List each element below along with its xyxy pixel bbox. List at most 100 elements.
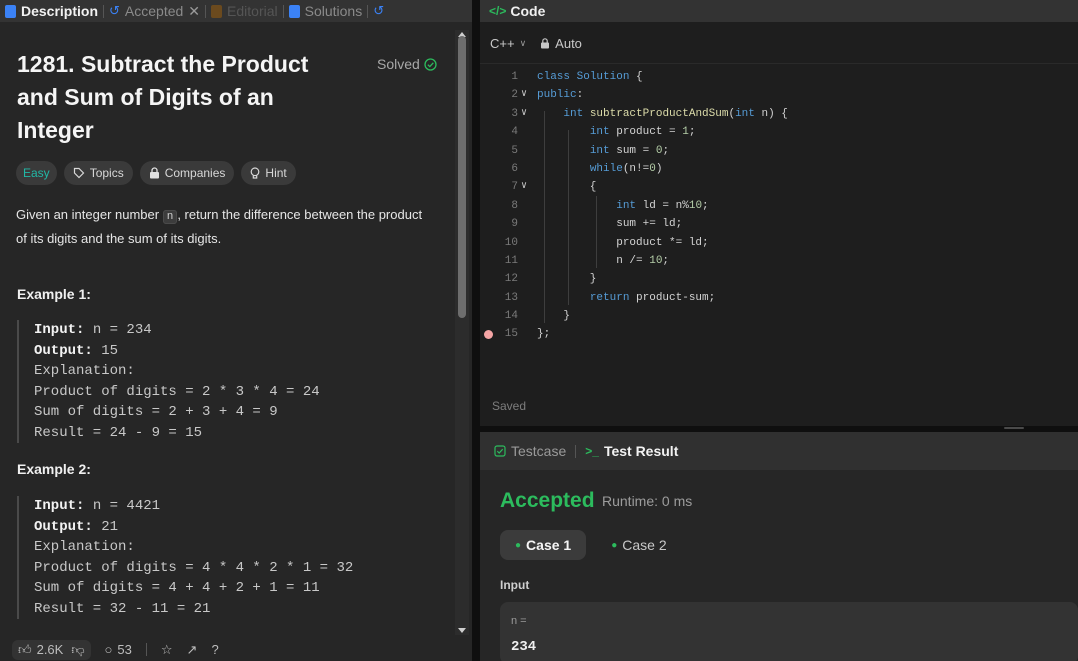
history-icon: ↺ xyxy=(109,3,120,18)
tab-solutions[interactable]: Solutions xyxy=(284,3,368,19)
breakpoint-icon[interactable] xyxy=(484,330,493,339)
tag-icon xyxy=(73,167,85,179)
comments-button[interactable]: ○ 53 xyxy=(105,642,132,657)
test-result-panel: Testcase >_ Test Result Accepted Runtime… xyxy=(480,432,1078,661)
companies-tag[interactable]: Companies xyxy=(139,161,235,185)
resize-handle[interactable] xyxy=(1004,427,1024,429)
code-line: 2 ∨ public: xyxy=(480,86,1078,104)
example-1-heading: Example 1: xyxy=(17,286,91,302)
like-button[interactable]: 👍︎ 2.6K xyxy=(18,642,63,658)
lightbulb-icon xyxy=(251,166,260,179)
auto-mode-toggle[interactable]: Auto xyxy=(540,36,582,51)
inline-code: n xyxy=(162,210,178,224)
tab-editorial[interactable]: Editorial xyxy=(206,3,283,19)
code-text: return product-sum; xyxy=(589,291,716,304)
help-icon[interactable]: ? xyxy=(211,642,218,657)
code-text: while(n!=0) xyxy=(589,162,663,175)
code-line: 11 n /= 10; xyxy=(480,252,1078,270)
code-line: 8 int ld = n%10; xyxy=(480,197,1078,215)
problem-description: Given an integer number n, return the di… xyxy=(16,207,423,246)
footer-divider xyxy=(145,643,147,656)
code-text: } xyxy=(537,273,597,286)
code-text: n /= 10; xyxy=(537,254,670,267)
left-tab-bar: Description ↺ Accepted ✕ Editorial Solut… xyxy=(0,0,472,22)
lock-icon xyxy=(149,167,159,179)
input-value: 234 xyxy=(511,639,537,655)
input-box: n = 234 xyxy=(500,602,1078,661)
example-1-block: Input: n = 234 Output: 15 Explanation: P… xyxy=(17,320,454,443)
thumbs-up-icon: 👍︎ xyxy=(18,641,32,657)
share-icon[interactable]: ↗ xyxy=(187,642,198,658)
code-line: 5 int sum = 0; xyxy=(480,142,1078,160)
editorial-icon xyxy=(211,4,223,18)
result-tab-bar: Testcase >_ Test Result xyxy=(480,432,1078,470)
description-scrollbar[interactable] xyxy=(455,30,469,635)
tab-test-result[interactable]: >_ Test Result xyxy=(585,443,678,459)
code-text: product *= ld; xyxy=(537,236,709,249)
code-icon: </> xyxy=(489,4,507,18)
code-text: { xyxy=(537,181,597,194)
hint-tag[interactable]: Hint xyxy=(241,161,296,185)
code-line: 6 while(n!=0) xyxy=(480,160,1078,178)
fold-icon[interactable]: ∨ xyxy=(521,105,527,123)
code-header: </> Code xyxy=(480,0,1078,22)
check-circle-icon xyxy=(424,57,437,71)
code-line: 15}; xyxy=(480,325,1078,343)
input-label: Input xyxy=(500,578,530,592)
code-text: class Solution { xyxy=(537,71,643,83)
fold-icon[interactable]: ∨ xyxy=(521,86,527,104)
code-line: 9 sum += ld; xyxy=(480,215,1078,233)
thumbs-down-icon[interactable]: 👎︎ xyxy=(71,642,84,658)
tab-testcase[interactable]: Testcase xyxy=(494,443,566,459)
fold-icon[interactable]: ∨ xyxy=(521,178,527,196)
code-text: int subtractProductAndSum(int n) { xyxy=(563,107,788,120)
solved-status: Solved xyxy=(377,56,437,72)
tab-submissions[interactable]: ↺ xyxy=(368,3,389,19)
code-toolbar: C++ ∨ Auto xyxy=(480,23,1078,64)
code-area[interactable]: 1 class Solution { 2 ∨ public: 3 ∨ int subtr… xyxy=(480,68,1078,344)
pass-dot-icon: ● xyxy=(611,539,618,551)
pass-dot-icon: ● xyxy=(515,539,522,551)
problem-content: 1281. Subtract the Product and Sum of Di… xyxy=(0,30,455,630)
code-text: }; xyxy=(537,328,551,341)
code-line: 4 int product = 1; xyxy=(480,123,1078,141)
scroll-down-icon[interactable] xyxy=(458,628,466,633)
solutions-icon xyxy=(288,4,300,18)
language-select[interactable]: C++ ∨ xyxy=(490,36,526,51)
code-line: 3 ∨ int subtractProductAndSum(int n) { xyxy=(480,105,1078,123)
code-line: 13 return product-sum; xyxy=(480,289,1078,307)
description-panel: Description ↺ Accepted ✕ Editorial Solut… xyxy=(0,0,472,661)
code-text: int product = 1; xyxy=(589,126,696,139)
submissions-icon: ↺ xyxy=(373,3,385,18)
scrollbar-thumb[interactable] xyxy=(458,36,466,318)
save-status: Saved xyxy=(492,399,527,413)
comment-icon: ○ xyxy=(104,642,113,657)
code-line: 7 ∨ { xyxy=(480,178,1078,196)
input-variable-label: n = xyxy=(511,615,527,627)
tab-accepted[interactable]: ↺ Accepted ✕ xyxy=(104,3,205,20)
difficulty-badge[interactable]: Easy xyxy=(16,161,57,185)
code-line: 12 } xyxy=(480,270,1078,288)
example-2-block: Input: n = 4421 Output: 21 Explanation: … xyxy=(17,496,454,619)
terminal-icon: >_ xyxy=(585,444,599,458)
chevron-down-icon: ∨ xyxy=(519,37,527,48)
example-2-heading: Example 2: xyxy=(17,461,91,477)
problem-footer: 👍︎ 2.6K 👎︎ ○ 53 ☆ ↗ ? xyxy=(0,638,472,661)
problem-title: 1281. Subtract the Product and Sum of Di… xyxy=(17,51,309,143)
tab-divider xyxy=(575,444,577,458)
topics-tag[interactable]: Topics xyxy=(63,161,133,185)
case-1-tab[interactable]: ● Case 1 xyxy=(500,530,587,560)
case-tabs: ● Case 1 ● Case 2 xyxy=(500,530,682,560)
case-2-tab[interactable]: ● Case 2 xyxy=(596,530,681,560)
result-status: Accepted xyxy=(500,489,595,512)
code-line: 14 } xyxy=(480,307,1078,325)
close-tab-icon[interactable]: ✕ xyxy=(188,3,200,20)
star-icon[interactable]: ☆ xyxy=(161,642,173,658)
checkbox-icon xyxy=(494,445,506,457)
code-text: } xyxy=(537,310,571,323)
tag-row: Easy Topics Companies Hint xyxy=(16,161,296,185)
vote-group: 👍︎ 2.6K 👎︎ xyxy=(12,639,91,660)
tab-description[interactable]: Description xyxy=(0,3,103,19)
lock-icon xyxy=(541,37,550,48)
code-text: sum += ld; xyxy=(537,218,683,231)
